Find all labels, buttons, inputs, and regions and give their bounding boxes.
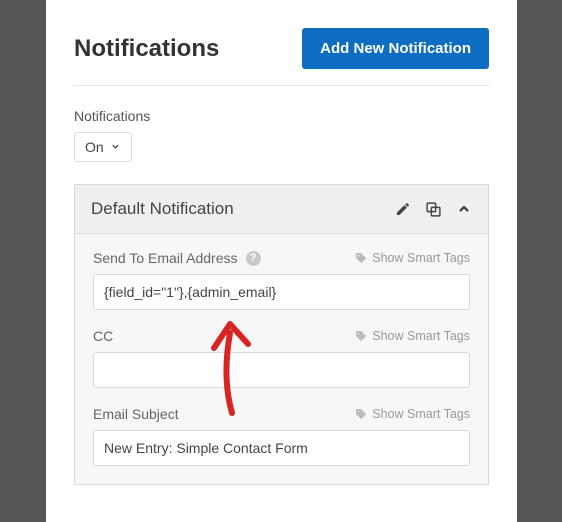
cc-label: CC [93,328,113,344]
toggle-value: On [85,139,104,155]
duplicate-icon[interactable] [425,201,442,218]
notifications-panel: Notifications Add New Notification Notif… [46,0,517,522]
send-to-input[interactable] [93,274,470,310]
toggle-label: Notifications [74,108,489,124]
show-smart-tags-link[interactable]: Show Smart Tags [355,251,470,265]
tag-icon [355,408,367,420]
card-body: Send To Email Address ? Show Smart Tags … [75,234,488,484]
notifications-toggle[interactable]: On [74,132,132,162]
tag-icon [355,330,367,342]
notification-card: Default Notification Send To Email Addre… [74,184,489,485]
card-title: Default Notification [91,199,395,219]
subject-row: Email Subject Show Smart Tags [93,406,470,422]
subject-input[interactable] [93,430,470,466]
cc-row: CC Show Smart Tags [93,328,470,344]
send-to-label: Send To Email Address ? [93,250,261,266]
card-actions [395,201,472,218]
smart-tags-text: Show Smart Tags [372,251,470,265]
panel-header: Notifications Add New Notification [74,28,489,86]
send-to-row: Send To Email Address ? Show Smart Tags [93,250,470,266]
cc-input[interactable] [93,352,470,388]
chevron-down-icon [110,139,121,155]
help-icon[interactable]: ? [246,251,261,266]
show-smart-tags-link-cc[interactable]: Show Smart Tags [355,329,470,343]
page-title: Notifications [74,35,219,63]
show-smart-tags-link-subject[interactable]: Show Smart Tags [355,407,470,421]
card-header: Default Notification [75,185,488,234]
subject-label: Email Subject [93,406,179,422]
tag-icon [355,252,367,264]
add-notification-button[interactable]: Add New Notification [302,28,489,69]
edit-icon[interactable] [395,201,411,217]
smart-tags-text-cc: Show Smart Tags [372,329,470,343]
smart-tags-text-subject: Show Smart Tags [372,407,470,421]
send-to-label-text: Send To Email Address [93,250,238,266]
chevron-up-icon[interactable] [456,201,472,217]
